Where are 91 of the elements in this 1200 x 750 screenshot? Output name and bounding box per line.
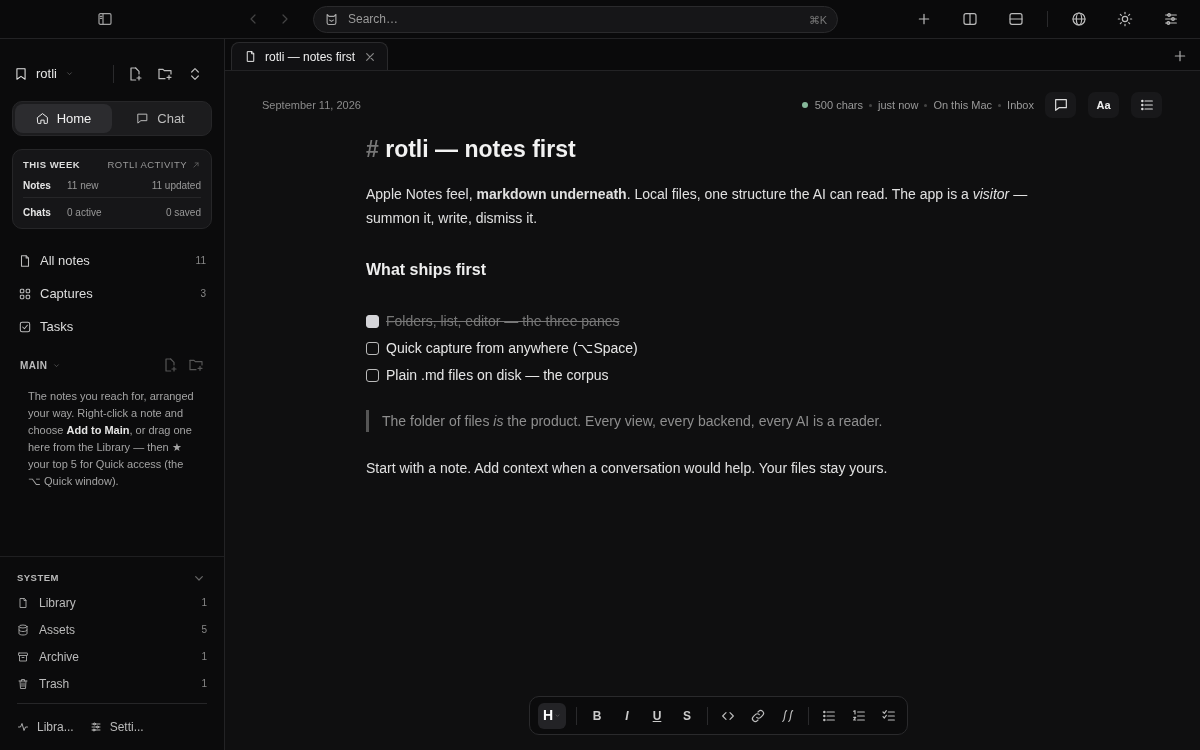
link-icon [750, 707, 766, 724]
nav-item[interactable]: Assets 5 [6, 616, 218, 643]
nav-item[interactable]: All notes 11 [6, 244, 218, 277]
theme-icon [1117, 11, 1133, 27]
nav-item[interactable]: Archive 1 [6, 643, 218, 670]
new-icon [916, 11, 932, 27]
stat-label: Notes [23, 179, 52, 193]
count: 1 [201, 650, 207, 664]
task-text: Folders, list, editor — the three panes [386, 312, 620, 331]
outline-button[interactable] [1131, 92, 1162, 118]
file-icon [244, 50, 257, 63]
note-date: September 11, 2026 [262, 97, 361, 113]
sidebar-toggle-icon [97, 11, 113, 27]
note-meta: Inbox [1007, 97, 1034, 113]
settings-icon [1163, 11, 1179, 27]
workspace-switcher[interactable]: rotli [14, 63, 74, 84]
stat-value: 0 saved [165, 205, 201, 220]
nav-item[interactable]: Captures 3 [6, 277, 218, 310]
footer-link[interactable]: Setti... [89, 718, 144, 736]
section-header: SYSTEM [17, 570, 59, 585]
comments-button[interactable] [1045, 92, 1076, 118]
task-checkbox[interactable] [366, 369, 379, 382]
section-heading: What ships first [366, 260, 487, 280]
note-meta: just now [878, 97, 919, 113]
note-title: # rotli — notes first [366, 135, 577, 164]
chevron-icon [64, 69, 74, 78]
new-tab-icon [1172, 48, 1188, 64]
task-checkbox[interactable] [366, 315, 379, 328]
task-text: Plain .md files on disk — the corpus [386, 366, 609, 385]
empty-state-text: The notes you reach for, arranged your way. Right-click a note and choose Add to Main, or drag one here from the Library — then ★ your top 5 for Quick access (the ⌥ Quick window). [27, 389, 195, 489]
new-tab-button[interactable] [1172, 48, 1188, 64]
chevron-icon [554, 712, 562, 719]
math-icon [780, 707, 796, 724]
document-tab[interactable]: rotli — notes first [231, 42, 388, 70]
blockquote: The folder of files is the product. Every view, every backend, every AI is a reader. [366, 410, 1045, 432]
nav-item[interactable]: Trash 1 [6, 670, 218, 697]
card-title: THIS WEEK [23, 157, 81, 172]
pulse-icon [17, 721, 29, 733]
file-icon [18, 253, 32, 268]
chat-icon [136, 112, 150, 125]
arrow-icon [191, 160, 201, 170]
mode-tab[interactable]: Chat [112, 104, 209, 133]
task-text: Quick capture from anywhere (⌥Space) [386, 339, 638, 358]
nav-item[interactable]: Library 1 [6, 589, 218, 616]
comments-icon [1052, 97, 1069, 113]
strikethrough-button[interactable]: S [677, 706, 697, 725]
stat-value: 11 new [67, 179, 99, 193]
stat-value: 0 active [67, 205, 102, 220]
paragraph: Start with a note. Add context when a conversation would help. Your files stay yours. [366, 459, 889, 478]
shortcut-hint: ⌘K [808, 12, 827, 28]
new-note-icon [162, 357, 178, 373]
numbered-list-icon [851, 707, 867, 724]
database-icon [17, 623, 29, 636]
note-meta: On this Mac [933, 97, 993, 113]
note-meta: 500 chars [814, 97, 864, 113]
activity-link[interactable]: ROTLI ACTIVITY [107, 157, 201, 173]
split-vertical-icon [962, 11, 978, 27]
outline-icon [1138, 97, 1155, 113]
home-icon [35, 112, 49, 125]
underline-button[interactable]: U [647, 706, 667, 725]
bold-button[interactable]: B [587, 706, 607, 725]
cat-icon [324, 11, 339, 27]
file-icon [17, 596, 29, 609]
bookmark-icon [14, 66, 28, 81]
checklist-icon [881, 707, 897, 724]
mode-tab[interactable]: Home [15, 104, 112, 133]
new-note-icon [127, 65, 143, 82]
count: 3 [200, 287, 206, 301]
sidebar-toggle-button[interactable] [97, 11, 113, 27]
new-folder-icon [188, 357, 204, 373]
stat-label: Chats [23, 205, 52, 220]
archive-icon [17, 650, 29, 663]
nav-item[interactable]: Tasks [6, 310, 218, 343]
section-header[interactable]: MAIN [20, 357, 61, 373]
paragraph: Apple Notes feel, markdown underneath. Local files, one structure the AI can read. The app is a visitor — summon it, write, dismiss it. [366, 185, 1029, 228]
stat-value: 11 updated [151, 179, 201, 193]
checkbox-icon [18, 319, 32, 334]
typography-button[interactable]: Aa [1088, 92, 1119, 118]
task-checkbox[interactable] [366, 342, 379, 355]
heading-button[interactable]: H [538, 702, 566, 729]
count: 5 [201, 623, 207, 637]
footer-link[interactable]: Libra... [17, 718, 74, 736]
trash-icon [17, 677, 29, 690]
italic-button[interactable]: I [617, 706, 637, 725]
count: 1 [201, 596, 207, 610]
globe-icon [1071, 11, 1087, 27]
split-horizontal-icon [1008, 11, 1024, 27]
grid-icon [18, 286, 32, 301]
count: 1 [201, 677, 207, 691]
count: 11 [195, 254, 206, 268]
sliders-icon [89, 721, 102, 733]
